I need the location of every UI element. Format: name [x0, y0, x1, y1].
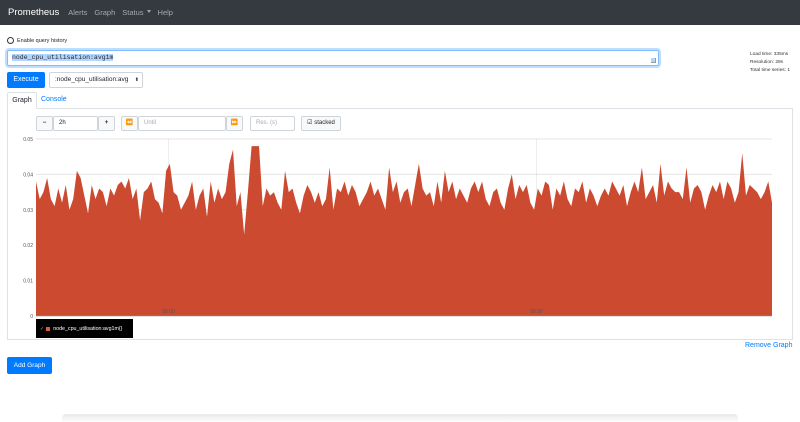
y-tick-label: 0.01 [23, 279, 33, 285]
y-tick-label: 0.04 [23, 172, 33, 178]
y-tick-label: 0 [30, 314, 33, 320]
cpu-area-series [36, 146, 772, 316]
remove-graph-link[interactable]: Remove Graph [745, 342, 792, 349]
y-tick-label: 0.02 [23, 243, 33, 249]
y-tick-label: 0.03 [23, 208, 33, 214]
y-tick-label: 0.05 [23, 137, 33, 143]
x-tick-label: 00:30 [530, 309, 543, 315]
legend-check-icon: ✓ [40, 325, 45, 332]
y-axis: 0.05 0.04 0.03 0.02 0.01 0 [23, 137, 33, 320]
add-graph-button[interactable]: Add Graph [7, 357, 52, 374]
legend-swatch [46, 326, 51, 331]
page-bottom-shadow [62, 414, 738, 422]
x-tick-label: 00:00 [162, 309, 175, 315]
graph-chart: 00:00 00:30 0.05 0.04 0.03 0.02 0.01 0 [23, 137, 772, 320]
legend[interactable]: ✓ node_cpu_utilisation:avg1m{} [36, 319, 133, 338]
legend-label: node_cpu_utilisation:avg1m{} [53, 325, 123, 332]
